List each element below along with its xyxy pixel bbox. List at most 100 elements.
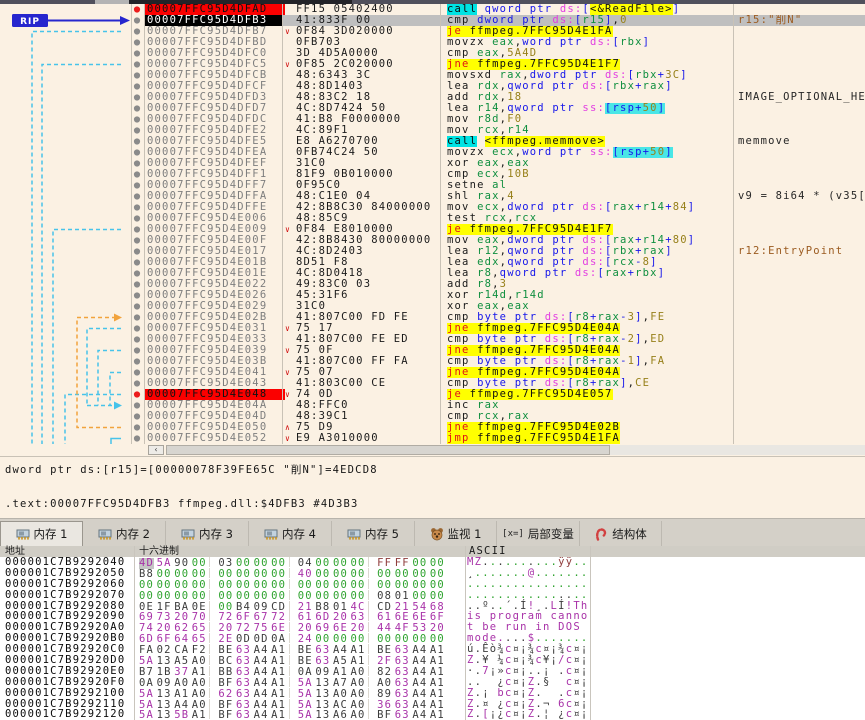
disasm-row[interactable]: 00007FFC95D4DFB341:833F 00cmp dword ptr … xyxy=(0,15,865,26)
disasm-row[interactable]: 00007FFC95D4DFF70F95C0setne al xyxy=(0,180,865,191)
instruction-address[interactable]: 00007FFC95D4E039 xyxy=(144,345,285,356)
disasm-row[interactable]: 00007FFC95D4E00648:85C9test rcx,rcx xyxy=(0,213,865,224)
instruction-address[interactable]: 00007FFC95D4DFC5 xyxy=(144,59,285,70)
scroll-left-button[interactable]: ‹ xyxy=(148,445,164,455)
dump-address[interactable]: 000001C7B9292120 xyxy=(5,709,125,720)
tab-内存 3[interactable]: 内存 3 xyxy=(166,521,249,546)
hex-byte[interactable]: 5B xyxy=(174,710,189,720)
dump-row[interactable]: 000001C7B92921205A135BA1BF63A4A15A13A6A0… xyxy=(0,709,865,720)
instruction-address[interactable]: 00007FFC95D4E022 xyxy=(144,279,285,290)
disasm-row[interactable]: 00007FFC95D4E03B41:807C00 FF FAcmp byte … xyxy=(0,356,865,367)
dump-row[interactable]: 000001C7B92920800E1FBA0E00B409CD21B8014C… xyxy=(0,601,865,612)
dump-address[interactable]: 000001C7B9292100 xyxy=(5,688,125,699)
instruction-address[interactable]: 00007FFC95D4DFD7 xyxy=(144,103,285,114)
disasm-row[interactable]: 00007FFC95D4E01B8D51 F8lea edx,qword ptr… xyxy=(0,257,865,268)
dump-row[interactable]: 000001C7B92920404D5A90000300000004000000… xyxy=(0,557,865,568)
disasm-row[interactable]: 00007FFC95D4DFC03D 4D5A0000cmp eax,5A4D xyxy=(0,48,865,59)
instruction-address[interactable]: 00007FFC95D4E03B xyxy=(144,356,285,367)
dump-ascii[interactable]: ................ xyxy=(467,590,589,601)
hex-byte[interactable]: 5A xyxy=(298,710,313,720)
disasm-row[interactable]: 00007FFC95D4E02249:83C0 03add r8,3 xyxy=(0,279,865,290)
hex-byte[interactable]: 63 xyxy=(236,710,251,720)
disasm-row[interactable]: 00007FFC95D4DFB7∨0F84 3D020000je ffmpeg.… xyxy=(0,26,865,37)
disasm-row[interactable]: 00007FFC95D4DFADFF15 05402400call qword … xyxy=(0,4,865,15)
instruction-address[interactable]: 00007FFC95D4DFAD xyxy=(144,4,285,15)
instruction-address[interactable]: 00007FFC95D4E033 xyxy=(144,334,285,345)
disasm-row[interactable]: 00007FFC95D4E0174C:8D2403lea r12,qword p… xyxy=(0,246,865,257)
disasm-row[interactable]: 00007FFC95D4DFCF48:8D1403lea rdx,qword p… xyxy=(0,81,865,92)
tab-结构体[interactable]: 结构体 xyxy=(580,521,662,546)
dump-row[interactable]: 000001C7B929209069732070726F6772616D2063… xyxy=(0,611,865,622)
dump-row[interactable]: 000001C7B92920F00A09A0A0BF63A4A15A13A7A0… xyxy=(0,677,865,688)
instruction-address[interactable]: 00007FFC95D4E048 xyxy=(144,389,285,400)
disasm-row[interactable]: 00007FFC95D4DFEF31C0xor eax,eax xyxy=(0,158,865,169)
instruction-address[interactable]: 00007FFC95D4DFCF xyxy=(144,81,285,92)
dump-hex-bytes[interactable]: 5A135BA1BF63A4A15A13A6A0BF63A4A1 xyxy=(139,709,448,720)
instruction-address[interactable]: 00007FFC95D4E02B xyxy=(144,312,285,323)
hex-byte[interactable]: BF xyxy=(377,710,392,720)
instruction-address[interactable]: 00007FFC95D4DFD3 xyxy=(144,92,285,103)
dump-row[interactable]: 000001C7B92920D05A13A5A0BC63A4A1BE63A5A1… xyxy=(0,655,865,666)
instruction-address[interactable]: 00007FFC95D4DFCB xyxy=(144,70,285,81)
scrollbar-track[interactable] xyxy=(610,445,865,455)
instruction-address[interactable]: 00007FFC95D4E04A xyxy=(144,400,285,411)
dump-row[interactable]: 000001C7B92921005A13A1A06263A4A15A13A0A0… xyxy=(0,688,865,699)
instruction-address[interactable]: 00007FFC95D4DFEA xyxy=(144,147,285,158)
instruction-address[interactable]: 00007FFC95D4DFF7 xyxy=(144,180,285,191)
disasm-row[interactable]: 00007FFC95D4DFBD0FB703movzx eax,word ptr… xyxy=(0,37,865,48)
instruction-address[interactable]: 00007FFC95D4E031 xyxy=(144,323,285,334)
instruction-address[interactable]: 00007FFC95D4E041 xyxy=(144,367,285,378)
disasm-row[interactable]: 00007FFC95D4E04341:803C00 CEcmp byte ptr… xyxy=(0,378,865,389)
tab-内存 4[interactable]: 内存 4 xyxy=(249,521,332,546)
hex-byte[interactable]: A1 xyxy=(192,710,207,720)
instruction-address[interactable]: 00007FFC95D4E043 xyxy=(144,378,285,389)
disasm-row[interactable]: 00007FFC95D4DFCB48:6343 3Cmovsxd rax,dwo… xyxy=(0,70,865,81)
dump-row[interactable]: 000001C7B92921105A13A4A0BF63A4A15A13ACA0… xyxy=(0,699,865,710)
disasm-row[interactable]: 00007FFC95D4DFD348:83C2 18add rdx,18IMAG… xyxy=(0,92,865,103)
instruction-address[interactable]: 00007FFC95D4E01B xyxy=(144,257,285,268)
disasm-row[interactable]: 00007FFC95D4E02645:31F6xor r14d,r14d xyxy=(0,290,865,301)
disasm-row[interactable]: 00007FFC95D4E03341:807C00 FE EDcmp byte … xyxy=(0,334,865,345)
disasm-row[interactable]: 00007FFC95D4DFC5∨0F85 2C020000jne ffmpeg… xyxy=(0,59,865,70)
hex-byte[interactable]: 63 xyxy=(395,710,410,720)
dump-ascii[interactable]: Z.[¡¿c¤¡Z.¦ ¿c¤¡ xyxy=(467,709,589,720)
disasm-row[interactable]: 00007FFC95D4E041∨75 07jne ffmpeg.7FFC95D… xyxy=(0,367,865,378)
dump-row[interactable]: 000001C7B92920E0B71B37A1BB63A4A10A09A1A0… xyxy=(0,666,865,677)
instruction-address[interactable]: 00007FFC95D4E017 xyxy=(144,246,285,257)
disasm-row[interactable]: 00007FFC95D4E00F42:8B8430 80000000mov ea… xyxy=(0,235,865,246)
tab-内存 2[interactable]: 内存 2 xyxy=(83,521,166,546)
disasm-row[interactable]: 00007FFC95D4E052∨E9 A3010000jmp ffmpeg.7… xyxy=(0,433,865,444)
instruction-address[interactable]: 00007FFC95D4DFDC xyxy=(144,114,285,125)
instruction-address[interactable]: 00007FFC95D4DFB7 xyxy=(144,26,285,37)
instruction-address[interactable]: 00007FFC95D4DFC0 xyxy=(144,48,285,59)
disasm-row[interactable]: 00007FFC95D4DFF181F9 0B010000cmp ecx,10B xyxy=(0,169,865,180)
disasm-row[interactable]: 00007FFC95D4DFFA48:C1E0 04shl rax,4v9 = … xyxy=(0,191,865,202)
disasm-row[interactable]: 00007FFC95D4E04A48:FFC0inc rax xyxy=(0,400,865,411)
hex-byte[interactable]: 13 xyxy=(315,710,330,720)
disasm-row[interactable]: 00007FFC95D4E01E4C:8D0418lea r8,qword pt… xyxy=(0,268,865,279)
instruction-address[interactable]: 00007FFC95D4E029 xyxy=(144,301,285,312)
instruction-address[interactable]: 00007FFC95D4DFBD xyxy=(144,37,285,48)
dump-address[interactable]: 000001C7B9292070 xyxy=(5,590,125,601)
hex-byte[interactable]: A1 xyxy=(271,710,286,720)
hex-byte[interactable]: A4 xyxy=(412,710,427,720)
hex-byte[interactable]: BF xyxy=(218,710,233,720)
dump-row[interactable]: 000001C7B92920B06D6F64652E0D0D0A24000000… xyxy=(0,633,865,644)
disasm-row[interactable]: 00007FFC95D4E009∨0F84 E8010000je ffmpeg.… xyxy=(0,224,865,235)
instruction-address[interactable]: 00007FFC95D4E050 xyxy=(144,422,285,433)
disasm-row[interactable]: 00007FFC95D4DFDC41:B8 F0000000mov r8d,F0 xyxy=(0,114,865,125)
horizontal-scrollbar[interactable]: ‹ xyxy=(0,444,865,456)
instruction-address[interactable]: 00007FFC95D4E026 xyxy=(144,290,285,301)
instruction-address[interactable]: 00007FFC95D4DFB3 xyxy=(144,15,285,26)
hex-byte[interactable]: A4 xyxy=(254,710,269,720)
tab-内存 1[interactable]: 内存 1 xyxy=(0,521,83,546)
instruction-address[interactable]: 00007FFC95D4DFEF xyxy=(144,158,285,169)
instruction-address[interactable]: 00007FFC95D4DFF1 xyxy=(144,169,285,180)
tab-内存 5[interactable]: 内存 5 xyxy=(332,521,415,546)
disasm-row[interactable]: 00007FFC95D4E02931C0xor eax,eax xyxy=(0,301,865,312)
memory-dump-panel[interactable]: 000001C7B92920404D5A90000300000004000000… xyxy=(0,557,865,720)
instruction-address[interactable]: 00007FFC95D4DFFE xyxy=(144,202,285,213)
disasm-row[interactable]: 00007FFC95D4DFEA0FB74C24 50movzx ecx,wor… xyxy=(0,147,865,158)
instruction-address[interactable]: 00007FFC95D4E01E xyxy=(144,268,285,279)
disasm-row[interactable]: 00007FFC95D4DFD74C:8D7424 50lea r14,qwor… xyxy=(0,103,865,114)
